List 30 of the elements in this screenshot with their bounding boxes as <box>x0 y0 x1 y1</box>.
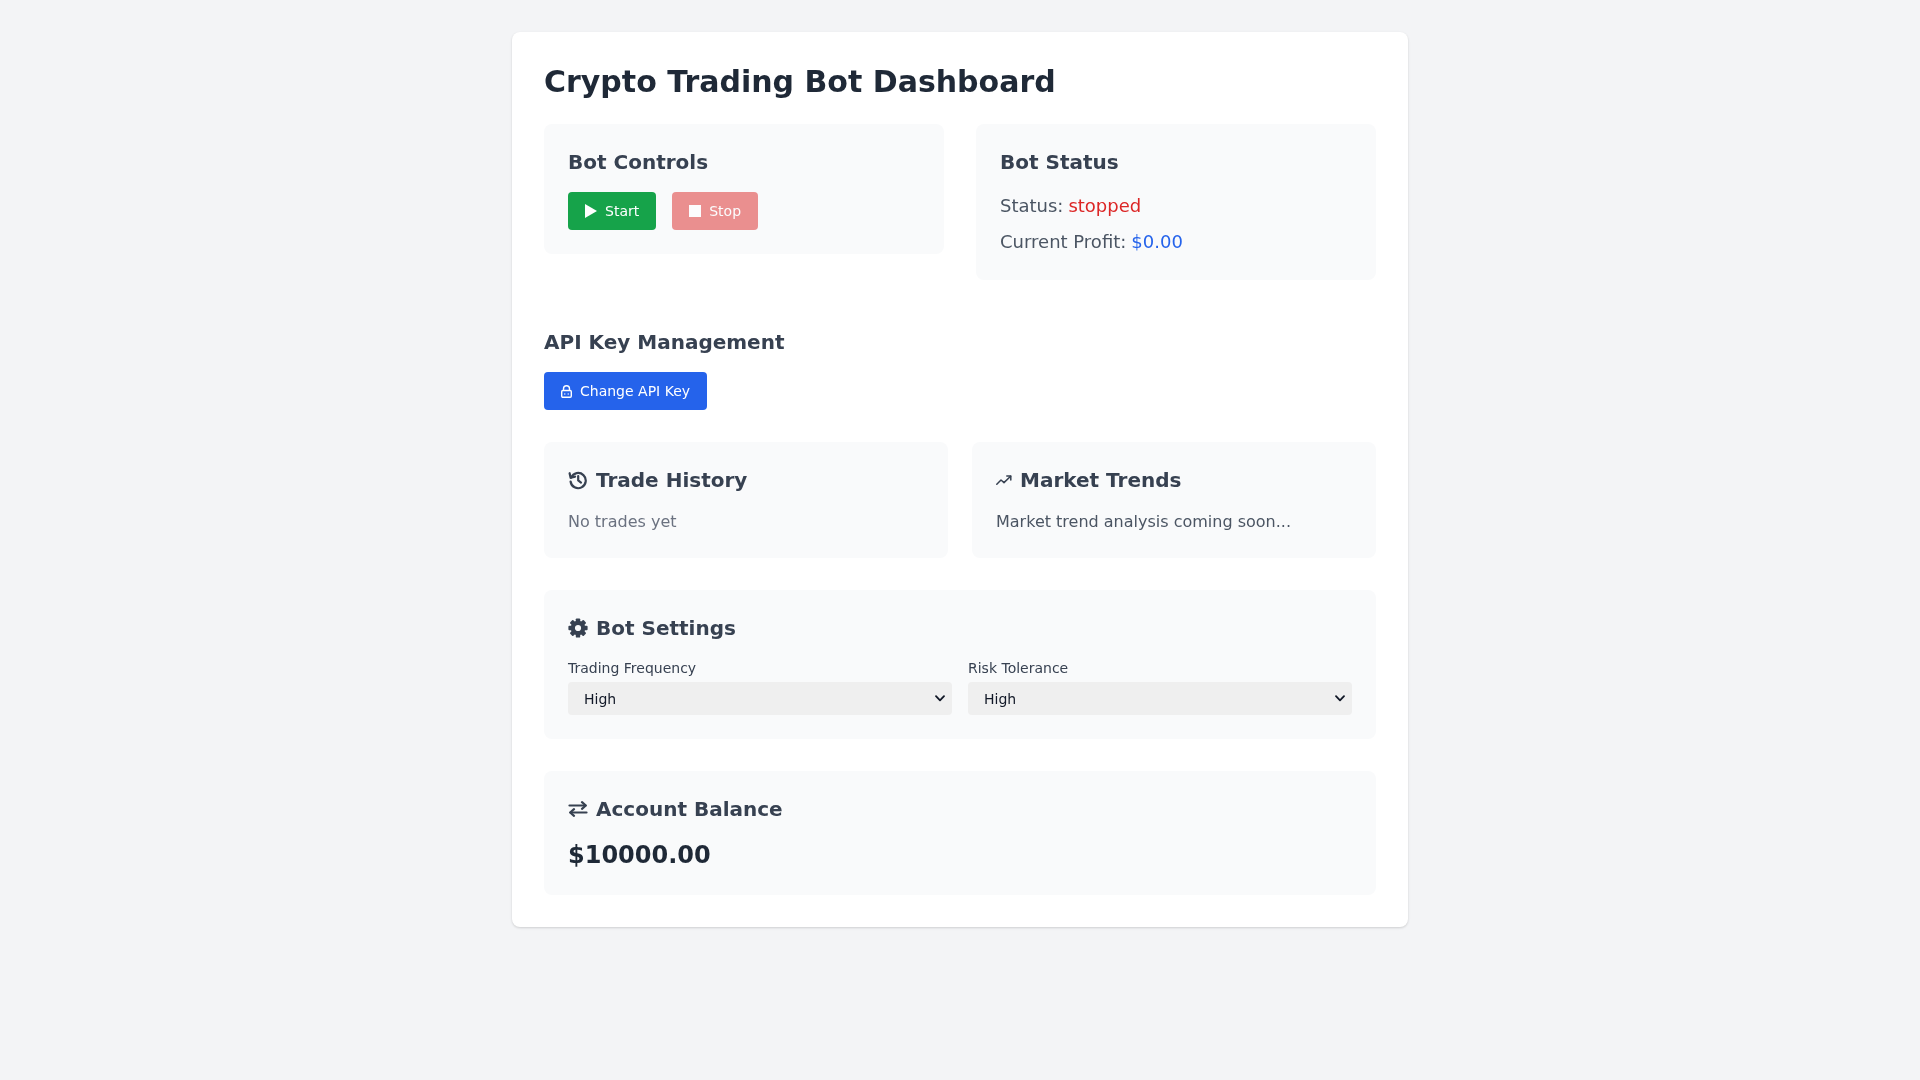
field-label: Trading Frequency <box>568 659 697 678</box>
empty-message: No trades yet <box>568 511 678 533</box>
panel-heading: Market Trends <box>1020 467 1182 494</box>
panel-heading: Trade History <box>596 467 748 494</box>
panel-heading: Account Balance <box>596 796 783 823</box>
chevron-down-icon <box>1335 695 1345 702</box>
panel-heading: Bot Controls <box>568 149 710 176</box>
trend-line-icon <box>996 475 1012 485</box>
lock-icon <box>561 384 572 398</box>
balance-amount: $10000.00 <box>568 840 712 871</box>
field-label: Risk Tolerance <box>968 659 1069 678</box>
page-title: Crypto Trading Bot Dashboard <box>544 64 1057 100</box>
gear-icon <box>568 618 588 638</box>
panel-heading: Bot Settings <box>596 615 736 642</box>
select-field[interactable]: High <box>968 682 1352 715</box>
select-field[interactable]: High <box>568 682 952 715</box>
swap-arrows-icon <box>568 801 588 817</box>
status-label: Status: <box>1000 195 1064 216</box>
status-value: $0.00 <box>1131 231 1183 252</box>
play-icon <box>585 204 597 218</box>
square-icon <box>689 205 702 217</box>
panel-heading: Bot Status <box>1000 149 1120 176</box>
history-icon <box>568 470 588 490</box>
status-value: stopped <box>1068 195 1142 216</box>
info-message: Market trend analysis coming soon... <box>996 511 1292 533</box>
chevron-down-icon <box>935 695 945 702</box>
section-heading: API Key Management <box>544 329 786 356</box>
change-api-key-button[interactable]: Change API Key <box>544 372 708 410</box>
status-label: Current Profit: <box>1000 231 1127 252</box>
start-button[interactable]: Start <box>568 192 657 230</box>
